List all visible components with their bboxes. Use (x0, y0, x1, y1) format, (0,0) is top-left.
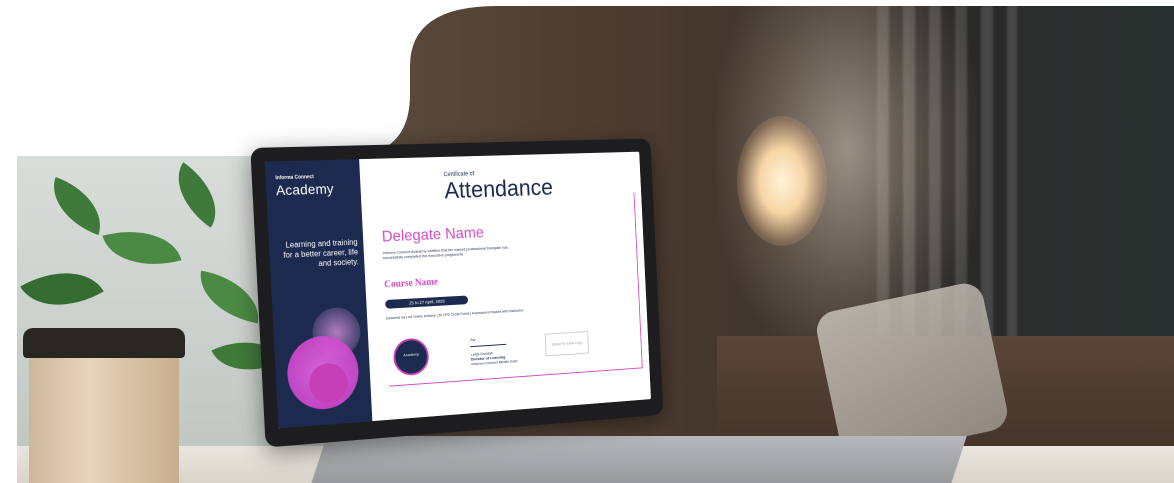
tagline: Learning and training for a better caree… (283, 237, 359, 269)
certificate-sidebar: Informa Connect Academy Learning and tra… (264, 159, 373, 429)
badge-label: Academy (403, 351, 419, 358)
brand-name: Academy (275, 180, 335, 199)
logo-placeholder: Space for extra Logo (544, 331, 590, 357)
laptop-keyboard (307, 436, 966, 483)
laptop-screen: Informa Connect Academy Learning and tra… (264, 151, 651, 429)
signature-icon: ~ (469, 332, 507, 348)
coffee-cup (29, 338, 179, 483)
certificate-body: Certificate of Attendance Delegate Name … (359, 152, 651, 421)
lamp-glow (737, 116, 827, 246)
certificate-title: Attendance (443, 174, 554, 205)
brand-small: Informa Connect (275, 174, 315, 182)
laptop: Informa Connect Academy Learning and tra… (250, 138, 664, 448)
cup-lid (23, 328, 185, 358)
